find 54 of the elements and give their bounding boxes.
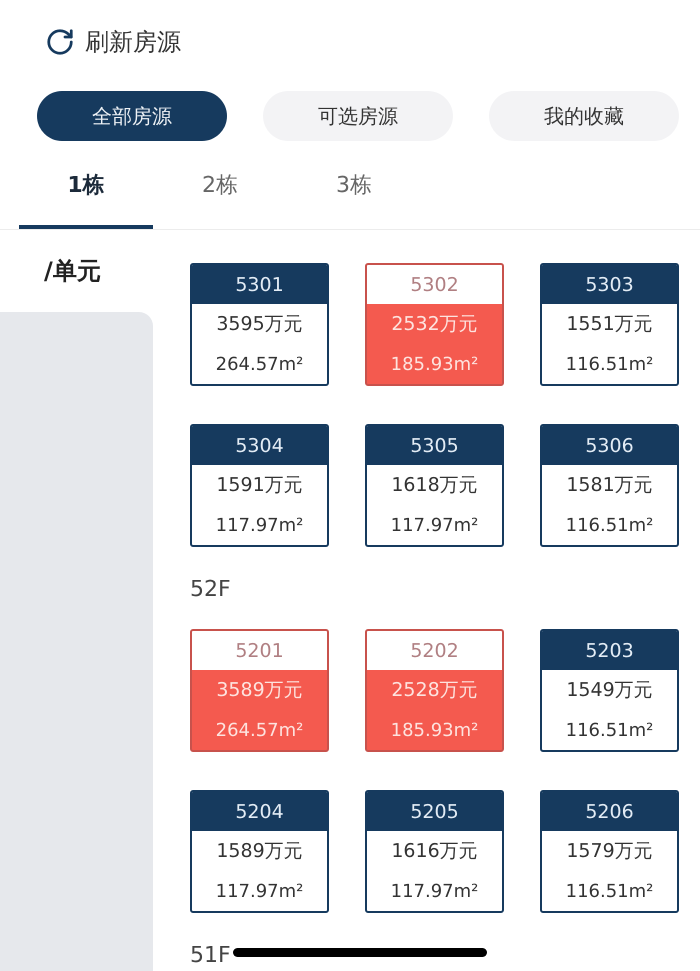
unit-area: 116.51m² xyxy=(566,344,654,384)
refresh-label[interactable]: 刷新房源 xyxy=(85,26,181,58)
unit-area: 264.57m² xyxy=(216,710,304,750)
unit-price: 1591万元 xyxy=(216,473,303,498)
unit-price: 3589万元 xyxy=(216,678,303,703)
floor-label: 51F xyxy=(190,943,231,969)
unit-card[interactable]: 5304 1591万元 117.97m² xyxy=(190,424,329,547)
unit-area: 116.51m² xyxy=(566,710,654,750)
unit-area: 185.93m² xyxy=(390,710,478,750)
refresh-icon[interactable] xyxy=(45,27,75,57)
unit-number: 5306 xyxy=(542,426,677,465)
unit-number: 5202 xyxy=(367,631,502,670)
unit-number: 5206 xyxy=(542,792,677,831)
unit-card[interactable]: 5204 1589万元 117.97m² xyxy=(190,790,329,913)
floor-label: 52F xyxy=(190,577,231,603)
unit-card[interactable]: 5206 1579万元 116.51m² xyxy=(540,790,679,913)
unit-price: 1616万元 xyxy=(391,839,478,864)
filter-pill[interactable]: 可选房源 xyxy=(263,91,453,141)
unit-price: 1581万元 xyxy=(566,473,653,498)
unit-number: 5302 xyxy=(367,265,502,304)
unit-card[interactable]: 5203 1549万元 116.51m² xyxy=(540,629,679,752)
unit-number: 5303 xyxy=(542,265,677,304)
unit-area: 185.93m² xyxy=(390,344,478,384)
unit-area: 264.57m² xyxy=(216,344,304,384)
unit-number: 5201 xyxy=(192,631,327,670)
unit-card[interactable]: 5303 1551万元 116.51m² xyxy=(540,263,679,386)
unit-price: 1549万元 xyxy=(566,678,653,703)
unit-price: 1618万元 xyxy=(391,473,478,498)
unit-number: 5205 xyxy=(367,792,502,831)
unit-price: 1589万元 xyxy=(216,839,303,864)
unit-card[interactable]: 5205 1616万元 117.97m² xyxy=(365,790,504,913)
unit-price: 1579万元 xyxy=(566,839,653,864)
building-tab[interactable]: 3栋 xyxy=(287,150,421,229)
unit-area: 116.51m² xyxy=(566,505,654,545)
unit-price: 1551万元 xyxy=(566,312,653,337)
unit-price: 2532万元 xyxy=(391,312,478,337)
unit-area: 117.97m² xyxy=(216,505,304,545)
unit-card[interactable]: 5301 3595万元 264.57m² xyxy=(190,263,329,386)
unit-area: 117.97m² xyxy=(390,871,478,911)
unit-price: 2528万元 xyxy=(391,678,478,703)
unit-card[interactable]: 5305 1618万元 117.97m² xyxy=(365,424,504,547)
unit-area: 117.97m² xyxy=(216,871,304,911)
unit-area: 116.51m² xyxy=(566,871,654,911)
unit-number: 5204 xyxy=(192,792,327,831)
unit-card[interactable]: 5306 1581万元 116.51m² xyxy=(540,424,679,547)
unit-number: 5304 xyxy=(192,426,327,465)
unit-number: 5301 xyxy=(192,265,327,304)
building-tab[interactable]: 2栋 xyxy=(153,150,287,229)
unit-price: 3595万元 xyxy=(216,312,303,337)
unit-number: 5305 xyxy=(367,426,502,465)
filter-pill[interactable]: 全部房源 xyxy=(37,91,227,141)
filter-pill[interactable]: 我的收藏 xyxy=(489,91,679,141)
unit-area: 117.97m² xyxy=(390,505,478,545)
unit-number: 5203 xyxy=(542,631,677,670)
